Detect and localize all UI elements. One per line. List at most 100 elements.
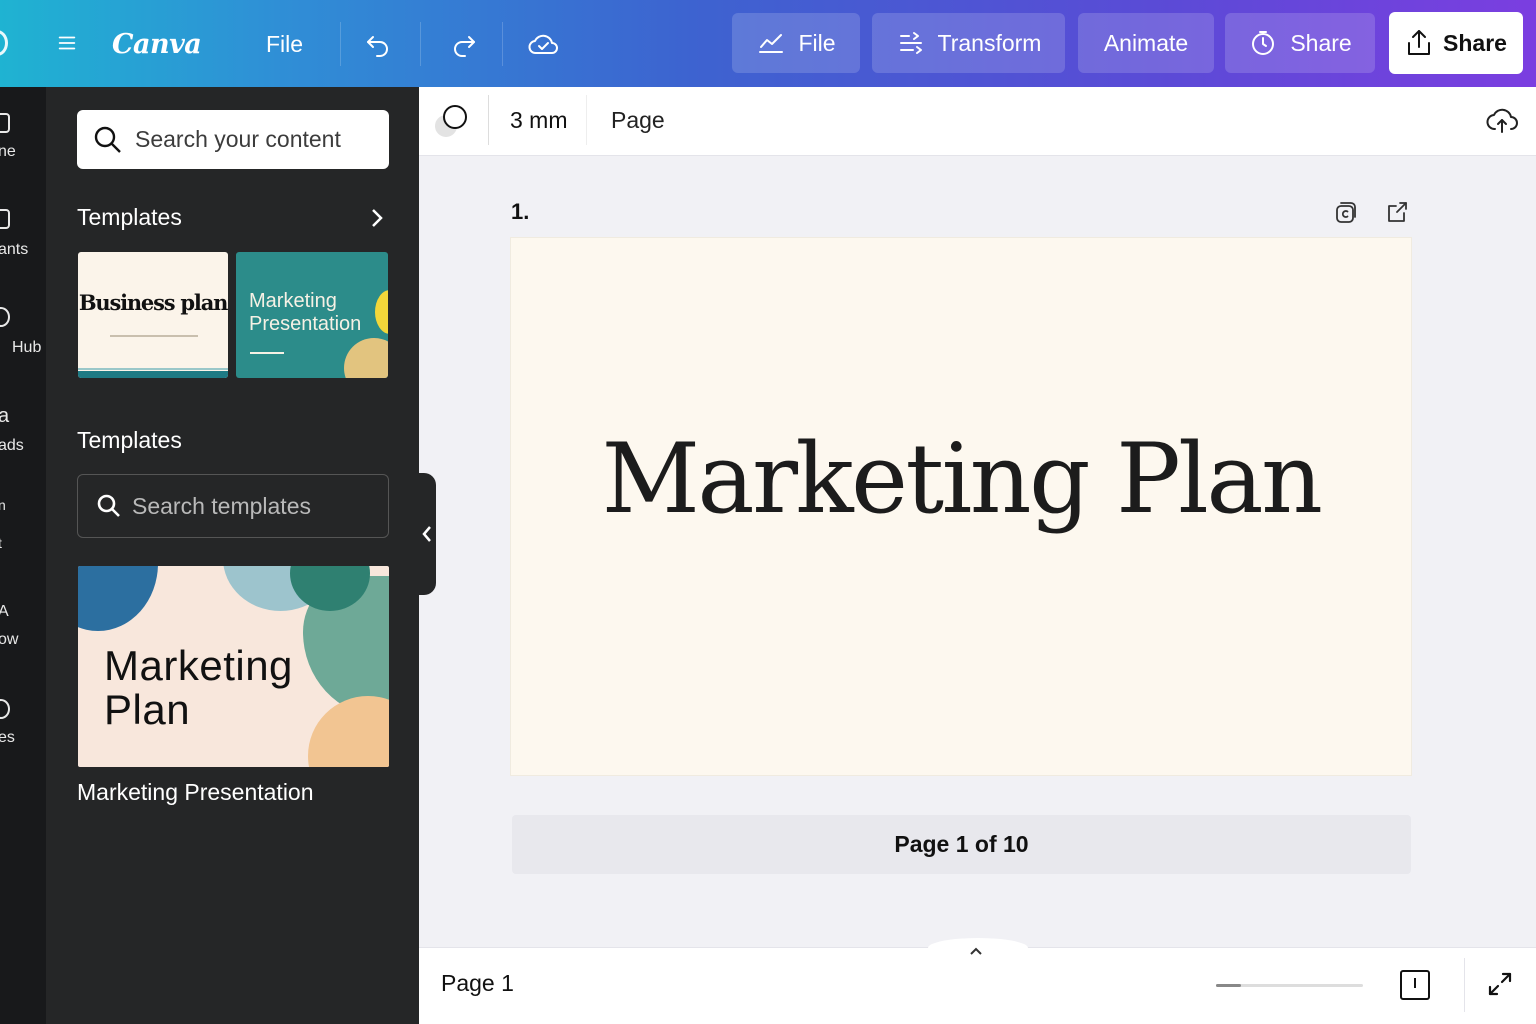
animate-label: Animate <box>1103 29 1189 56</box>
hamburger-icon <box>58 36 76 50</box>
section-title-templates-2: Templates <box>77 427 182 453</box>
rail-label: ne <box>0 143 16 160</box>
transform-label: Transform <box>937 29 1042 56</box>
side-panel: Templates Business plan Marketing Presen… <box>46 87 419 1024</box>
rail-label: es <box>0 729 15 746</box>
file-action-button[interactable]: File <box>732 13 860 73</box>
rail-item-elements[interactable]: ants <box>0 207 46 267</box>
top-bar: Canva File File Transform Animate Share … <box>0 0 1536 87</box>
search-icon <box>97 494 120 517</box>
template-thumb-title: Marketing Presentation <box>249 290 362 335</box>
transform-button[interactable]: Transform <box>872 13 1065 73</box>
search-templates-input[interactable] <box>132 492 382 520</box>
rail-label: ads <box>0 437 24 454</box>
rail-label: ow <box>0 631 19 648</box>
redo-button[interactable] <box>442 22 486 66</box>
divider <box>502 22 503 66</box>
rail-item-home[interactable]: ne <box>0 111 46 171</box>
zoom-slider-fill <box>1216 984 1241 987</box>
menu-button[interactable] <box>50 24 84 62</box>
divider <box>488 95 489 145</box>
divider <box>1464 958 1465 1012</box>
border-size-value[interactable]: 3 mm <box>510 107 568 134</box>
rail-item-text[interactable]: n t <box>0 497 46 557</box>
chevron-right-icon <box>372 209 383 227</box>
template-thumb-title: Marketing Plan <box>104 642 293 733</box>
rail-item-apps[interactable]: es <box>0 697 46 757</box>
draw-icon: A <box>0 603 9 620</box>
slide-canvas[interactable]: Marketing Plan <box>511 238 1411 775</box>
color-swatch-button[interactable] <box>443 105 467 129</box>
footer-page-label[interactable]: Page 1 <box>441 970 514 997</box>
home-icon <box>0 113 10 133</box>
thumb-decor <box>78 566 158 631</box>
expand-icon <box>1488 972 1512 996</box>
page-counter[interactable]: Page 1 of 10 <box>512 815 1411 874</box>
uploads-icon: a <box>0 405 10 427</box>
share-button[interactable]: Share <box>1389 12 1523 74</box>
template-thumb-business-plan[interactable]: Business plan <box>78 252 228 378</box>
page-menu[interactable]: Page <box>611 107 665 134</box>
divider <box>586 95 587 145</box>
search-icon <box>94 126 121 153</box>
hub-icon <box>0 307 10 327</box>
page-number: 1. <box>511 199 530 224</box>
left-rail: ne ants Hub a ads n t A ow es <box>0 87 46 1024</box>
apps-icon <box>0 699 10 719</box>
copy-icon <box>1336 202 1356 223</box>
search-templates-box[interactable] <box>77 474 389 538</box>
redo-icon <box>454 36 475 57</box>
slide-title[interactable]: Marketing Plan <box>511 423 1411 535</box>
thumb-decor <box>78 371 228 378</box>
share-page-button[interactable] <box>1383 199 1411 227</box>
share-label: Share <box>1443 29 1507 56</box>
undo-icon <box>367 36 388 57</box>
elements-icon <box>0 209 10 229</box>
timer-icon <box>1252 31 1275 55</box>
rail-item-hub[interactable]: Hub <box>0 305 46 365</box>
save-status-button[interactable] <box>522 22 566 66</box>
rail-label: Hub <box>12 339 42 356</box>
section-title-templates: Templates <box>77 204 182 230</box>
animate-button[interactable]: Animate <box>1078 13 1214 73</box>
chevron-up-icon <box>969 943 983 955</box>
template-thumb-marketing[interactable]: Marketing Presentation <box>236 252 388 378</box>
chevron-left-icon <box>422 526 431 542</box>
share-arrow-icon <box>1388 202 1407 222</box>
transform-icon <box>899 32 922 54</box>
zoom-slider[interactable] <box>1216 984 1363 987</box>
timer-share-label: Share <box>1290 29 1352 56</box>
template-caption[interactable]: Marketing Presentation <box>77 779 314 806</box>
undo-button[interactable] <box>356 22 400 66</box>
cloud-upload-icon <box>1486 108 1518 133</box>
search-content-box[interactable] <box>77 110 389 169</box>
editor-toolbar: 3 mm Page <box>419 87 1536 156</box>
file-menu[interactable]: File <box>250 22 319 66</box>
file-action-label: File <box>798 29 836 56</box>
thumb-decor <box>344 338 388 378</box>
share-upload-icon <box>1408 30 1431 55</box>
thumb-decor <box>78 368 228 370</box>
rail-label: ants <box>0 241 29 258</box>
page-icon-mark <box>1414 978 1416 988</box>
footer-bar: Page 1 <box>419 938 1536 1024</box>
account-icon[interactable] <box>0 30 8 56</box>
duplicate-page-button[interactable] <box>1331 199 1359 227</box>
timer-share-button[interactable]: Share <box>1225 13 1375 73</box>
see-all-button[interactable] <box>366 205 388 231</box>
text-icon: n <box>0 497 6 513</box>
collapse-panel-button[interactable] <box>418 473 436 595</box>
template-thumb-marketing-plan[interactable]: Marketing Plan <box>78 566 389 767</box>
cloud-upload-button[interactable] <box>1485 105 1519 135</box>
rail-item-draw[interactable]: A ow <box>0 601 46 661</box>
divider <box>340 22 341 66</box>
divider <box>420 22 421 66</box>
fullscreen-button[interactable] <box>1486 970 1514 998</box>
search-content-input[interactable] <box>135 126 385 153</box>
rail-label: t <box>0 535 2 551</box>
canva-logo[interactable]: Canva <box>112 24 202 64</box>
page-count-button[interactable] <box>1400 970 1430 1000</box>
thumb-subline <box>110 335 198 337</box>
rail-item-uploads[interactable]: a ads <box>0 403 46 463</box>
template-thumb-title: Business plan <box>78 290 228 315</box>
